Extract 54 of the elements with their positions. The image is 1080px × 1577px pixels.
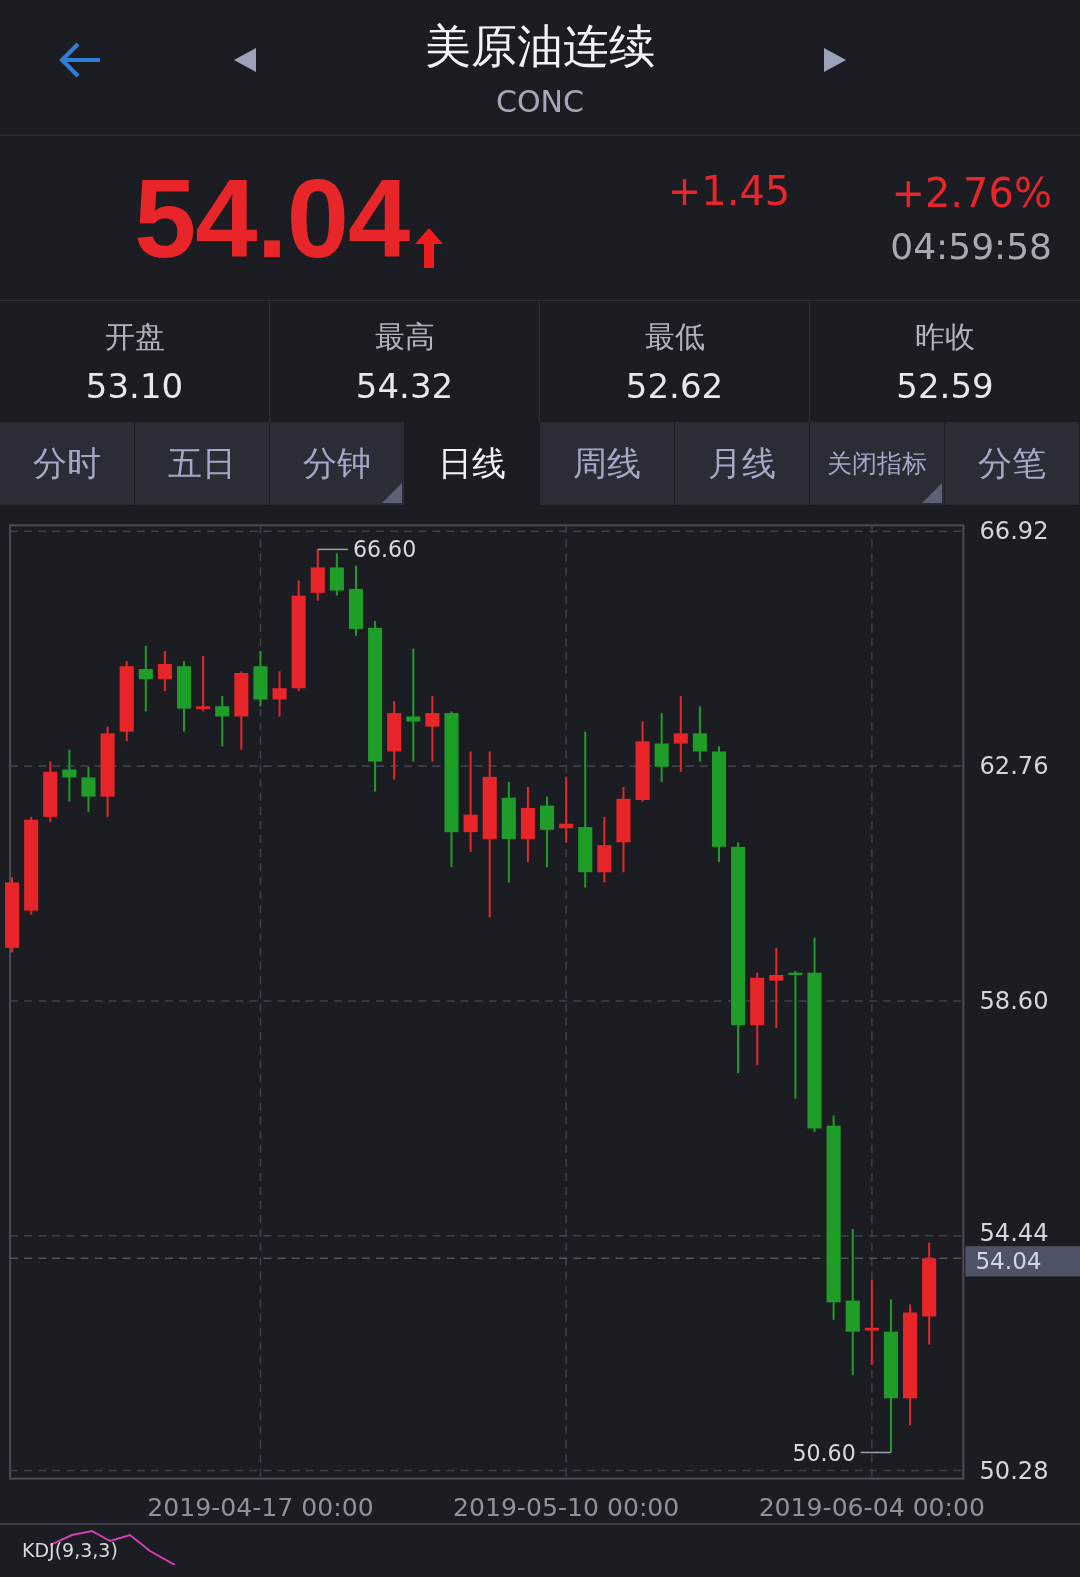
- candlestick: [692, 706, 707, 762]
- x-axis-label: 2019-06-04 00:00: [758, 1492, 986, 1522]
- y-axis-label: 58.60: [979, 986, 1049, 1015]
- candlestick: [62, 749, 77, 802]
- price-change: +1.45: [667, 168, 791, 214]
- period-tab[interactable]: 五日: [135, 422, 270, 505]
- period-tab[interactable]: 分钟: [270, 422, 405, 505]
- leader-line: [860, 1451, 892, 1454]
- last-price: 54.04: [134, 154, 410, 283]
- period-tab[interactable]: 分时: [0, 422, 135, 505]
- stat-value: 52.59: [896, 366, 994, 406]
- period-tab[interactable]: 分笔: [945, 422, 1080, 505]
- stat-value: 52.62: [625, 366, 724, 406]
- candlestick: [253, 651, 268, 707]
- window-title: 美原油连续: [425, 18, 655, 75]
- leader-line: [317, 548, 349, 551]
- candlestick: [81, 766, 96, 812]
- candlestick: [272, 671, 287, 717]
- percent-change: +2.76%: [891, 169, 1052, 216]
- extreme-label: 50.60: [792, 1439, 856, 1466]
- period-tab[interactable]: 周线: [540, 422, 675, 505]
- candlestick: [157, 651, 172, 692]
- candlestick: [215, 696, 230, 747]
- stat-label: 最低: [644, 318, 705, 356]
- candlestick: [310, 549, 325, 601]
- stat-label: 开盘: [104, 318, 165, 356]
- candlestick: [329, 553, 344, 596]
- candlestick: [138, 645, 153, 712]
- candlestick: [540, 796, 555, 868]
- x-axis-label: 2019-04-17 00:00: [147, 1492, 374, 1522]
- y-axis-label: 66.92: [979, 517, 1049, 546]
- stat-label: 最高: [374, 318, 435, 356]
- candlestick: [597, 816, 612, 883]
- symbol-code: CONC: [496, 84, 584, 119]
- candlestick: [425, 696, 440, 762]
- quote-time: 04:59:58: [890, 225, 1052, 267]
- stat-value: 54.32: [355, 366, 454, 406]
- price-tag: 54.04: [965, 1246, 1080, 1277]
- y-axis-label: 54.44: [979, 1218, 1049, 1247]
- y-axis-label: 50.28: [979, 1456, 1049, 1485]
- x-axis-label: 2019-05-10 00:00: [452, 1492, 680, 1522]
- candlestick: [177, 661, 192, 732]
- candlestick: [196, 656, 211, 712]
- candlestick: [348, 565, 363, 636]
- period-tab[interactable]: 月线: [675, 422, 810, 505]
- stat-value: 53.10: [85, 366, 184, 406]
- candlestick: [654, 713, 669, 782]
- period-tab[interactable]: 关闭指标: [810, 422, 945, 505]
- indicator-label: KDJ(9,3,3): [22, 1539, 118, 1561]
- extreme-label: 66.60: [352, 536, 417, 563]
- stat-label: 昨收: [915, 318, 975, 356]
- candlestick: [43, 761, 58, 822]
- candlestick: [559, 776, 574, 843]
- y-axis-label: 62.76: [979, 752, 1049, 781]
